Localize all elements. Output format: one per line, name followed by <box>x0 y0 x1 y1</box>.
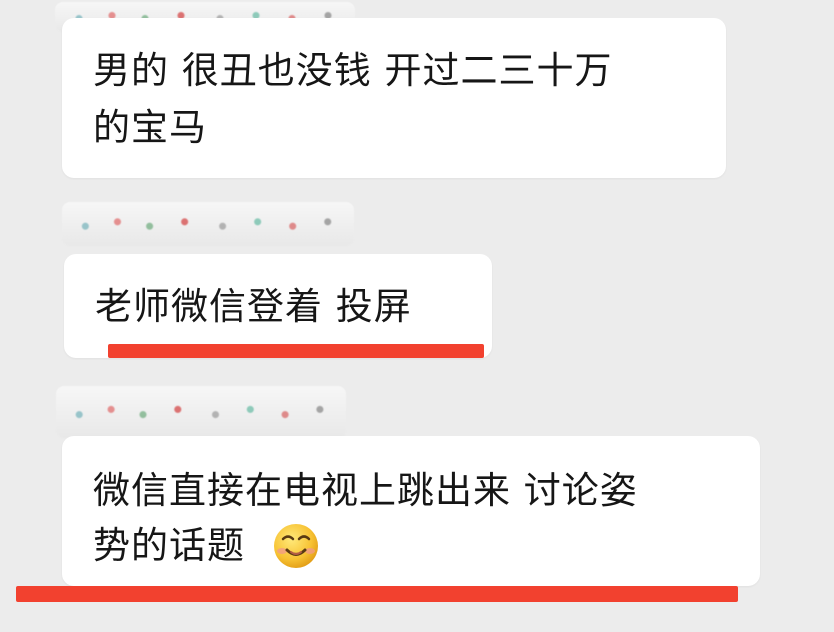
message-1-line-2: 的宝马 <box>93 106 207 149</box>
red-underline-1 <box>108 344 484 358</box>
chat-screenshot: { "messages": [ { "line1": "男的 很丑也没钱 开过二… <box>0 0 834 632</box>
message-bubble-1[interactable]: 男的 很丑也没钱 开过二三十万 的宝马 <box>62 18 726 178</box>
message-bubble-3[interactable]: 微信直接在电视上跳出来 讨论姿 势的话题 <box>62 436 760 586</box>
message-1-line-1: 男的 很丑也没钱 开过二三十万 <box>93 49 613 92</box>
red-underline-2 <box>16 586 738 602</box>
message-bubble-2[interactable]: 老师微信登着 投屏 <box>64 254 492 358</box>
message-3-line-1: 微信直接在电视上跳出来 讨论姿 <box>93 469 638 512</box>
blurred-sender-name <box>62 202 354 246</box>
message-3-line-2: 势的话题 <box>93 524 245 567</box>
blurred-sender-name <box>56 386 346 438</box>
smirk-emoji-icon <box>274 524 318 568</box>
message-2-text: 老师微信登着 投屏 <box>95 285 412 328</box>
